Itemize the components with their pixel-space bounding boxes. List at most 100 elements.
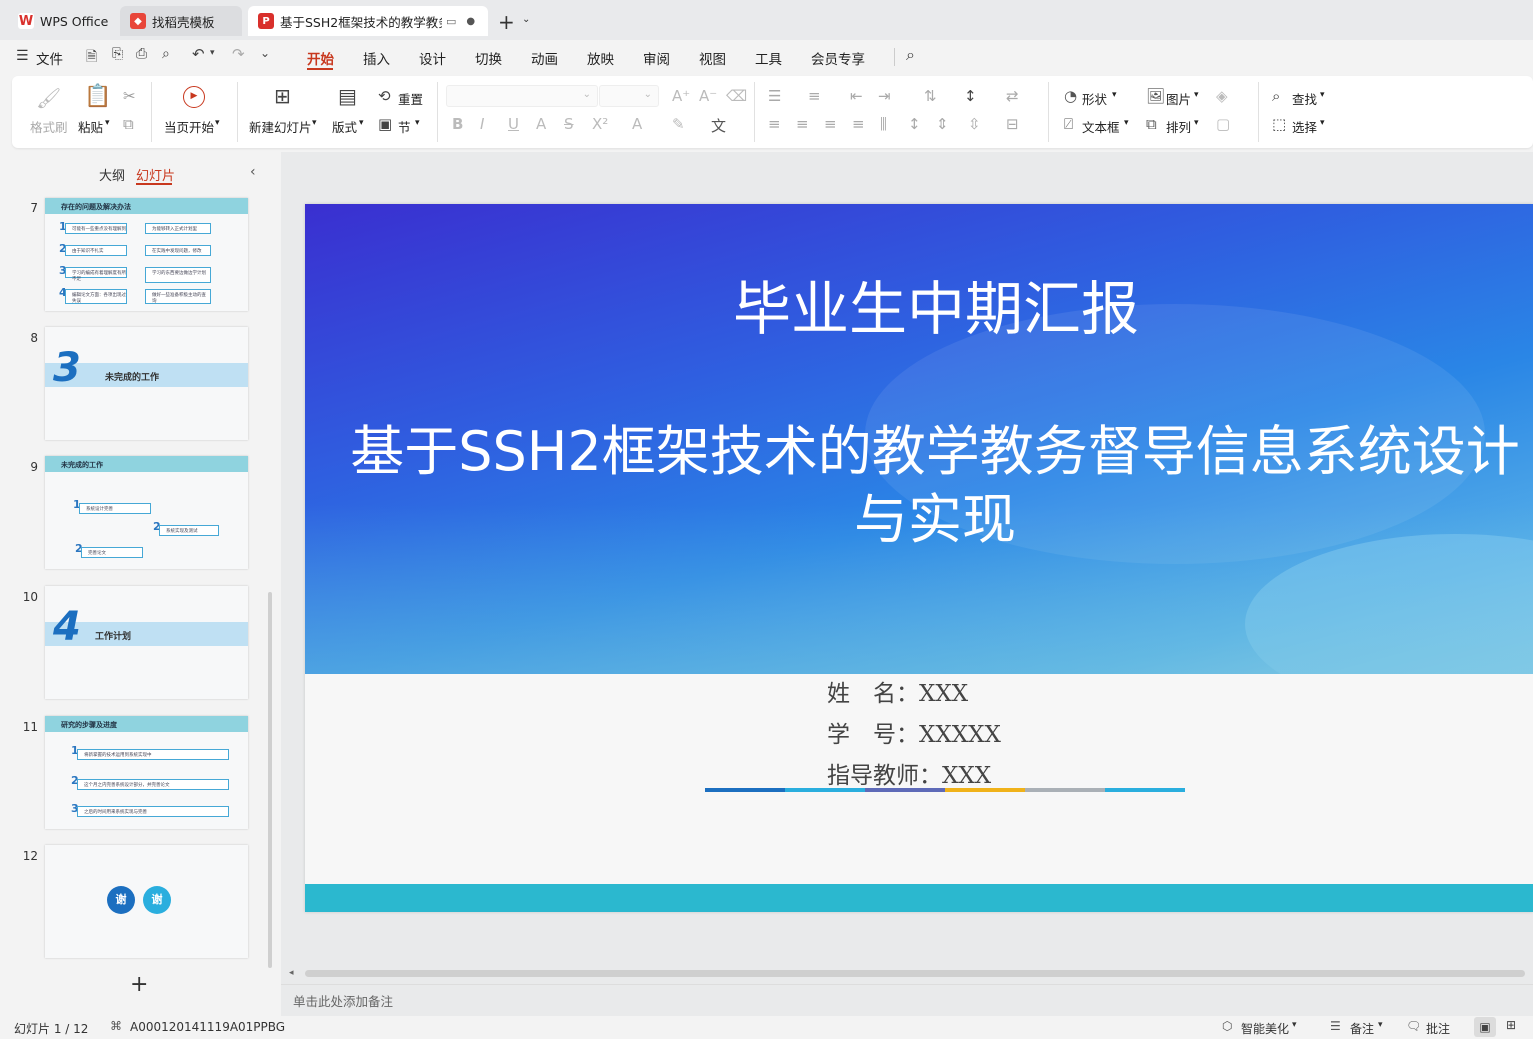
menu-slideshow[interactable]: 放映 [587,48,614,68]
numbering-icon[interactable]: ≡ [808,87,821,105]
paste-label[interactable]: 粘贴 [78,117,103,136]
reset-icon[interactable]: ⟲ [378,87,391,105]
select-chevron-icon[interactable]: ▾ [1320,118,1325,128]
layout-label[interactable]: 版式 [332,117,357,136]
copy-icon[interactable]: ⧉ [123,115,134,133]
font-size-select[interactable]: ⌄ [599,85,659,107]
collapse-panel-icon[interactable]: ‹ [250,164,256,180]
slide-thumbnail-7[interactable]: 存在的问题及解决办法 1 可能有一些重点没有理解到 为能够转入正式计划里 2 由… [45,198,248,311]
student-name[interactable]: 姓 名：XXX [827,674,968,708]
increase-font-icon[interactable]: A⁺ [672,87,690,105]
fill-icon[interactable]: ◈ [1216,87,1228,105]
notes-icon[interactable]: ☰ [1330,1019,1341,1033]
menu-design[interactable]: 设计 [419,48,446,68]
format-painter-icon[interactable]: 🖌 [36,86,61,110]
sorter-view-icon[interactable]: ⊞ [1506,1018,1516,1032]
textbox-icon[interactable]: ⍁ [1064,115,1073,133]
current-slide[interactable]: 毕业生中期汇报 基于SSH2框架技术的教学教务督导信息系统设计与实现 姓 名：X… [305,204,1533,912]
print-icon[interactable]: ⎙ [136,46,147,62]
picture-chevron-icon[interactable]: ▾ [1194,90,1199,100]
bullets-icon[interactable]: ☰ [768,87,781,105]
bold-icon[interactable]: B [452,115,463,133]
menu-membership[interactable]: 会员专享 [811,48,865,68]
new-tab-plus-icon[interactable]: + [498,10,515,34]
align-left-icon[interactable]: ≡ [768,115,781,133]
menu-animation[interactable]: 动画 [531,48,558,68]
find-icon[interactable]: ⌕ [1272,87,1280,105]
phonetic-icon[interactable]: 文 [711,115,726,136]
slide-thumbnail-9[interactable]: 未完成的工作 1 系统设计完善 2 系统实现及测试 2 完善论文 [45,456,248,569]
start-current-label[interactable]: 当页开始 [164,117,214,136]
underline-icon[interactable]: U [508,115,519,133]
menu-tools[interactable]: 工具 [755,48,782,68]
layout-icon[interactable]: ▤ [338,84,357,108]
menu-transition[interactable]: 切换 [475,48,502,68]
redo-icon[interactable]: ↷ [232,45,245,63]
menu-home[interactable]: 开始 [307,48,334,68]
slide-subtitle[interactable]: 基于SSH2框架技术的教学教务督导信息系统设计与实现 [345,418,1525,554]
justify-icon[interactable]: ≡ [852,115,865,133]
menu-insert[interactable]: 插入 [363,48,390,68]
shape-icon[interactable]: ◔ [1064,87,1077,105]
add-slide-button[interactable]: + [130,972,148,997]
italic-icon[interactable]: I [480,115,484,133]
new-slide-label[interactable]: 新建幻灯片 [249,117,312,136]
tab-outline[interactable]: 大纲 [99,165,125,184]
unsaved-dot-icon[interactable]: ● [466,16,475,27]
comments-button[interactable]: 批注 [1426,1020,1450,1037]
start-chevron-icon[interactable]: ▾ [215,118,220,128]
arrange-icon[interactable]: ⧉ [1146,115,1157,133]
textbox-label[interactable]: 文本框 [1082,117,1120,136]
comment-icon[interactable]: 🗨 [1406,1019,1421,1033]
font-family-select[interactable]: ⌄ [446,85,598,107]
menu-view[interactable]: 视图 [699,48,726,68]
tab-slides[interactable]: 幻灯片 [136,165,175,184]
print-preview-icon[interactable]: ⌕ [162,46,170,62]
columns-icon[interactable]: ⇳ [968,115,981,133]
strikethrough-icon[interactable]: S [564,115,574,133]
hamburger-icon[interactable]: ☰ [16,48,29,64]
line-spacing-icon[interactable]: ↕ [908,115,921,133]
arrange-label[interactable]: 排列 [1166,117,1191,136]
align-center-icon[interactable]: ≡ [796,115,809,133]
find-label[interactable]: 查找 [1292,89,1317,108]
text-box-align-icon[interactable]: ⊟ [1006,115,1019,133]
outline-icon[interactable]: ▢ [1216,115,1230,133]
save-icon[interactable]: 🗎 [86,46,97,70]
section-icon[interactable]: ▣ [378,115,392,133]
tab-current-document[interactable]: P 基于SSH2框架技术的教学教务 ▭ ● [248,6,488,36]
slide-thumbnail-12[interactable]: 谢 谢 [45,845,248,958]
font-color-icon[interactable]: A [632,115,642,133]
clear-format-icon[interactable]: ⌫ [726,87,747,105]
tab-wps-office[interactable]: W WPS Office [8,6,114,36]
play-from-current-icon[interactable]: ▶ [183,86,205,108]
notes-chevron-icon[interactable]: ▾ [1378,1020,1383,1030]
decrease-font-icon[interactable]: A⁻ [699,87,717,105]
shape-label[interactable]: 形状 [1082,89,1107,108]
more-chevron-icon[interactable]: ⌄ [260,46,270,60]
new-slide-icon[interactable]: ⊞ [274,84,291,108]
paragraph-spacing-icon[interactable]: ⇕ [936,115,949,133]
beautify-button[interactable]: 智能美化 [1241,1020,1289,1037]
panel-scrollbar[interactable] [268,592,272,968]
new-slide-chevron-icon[interactable]: ▾ [312,118,317,128]
shape-chevron-icon[interactable]: ▾ [1112,90,1117,100]
export-icon[interactable]: ⎘ [112,46,123,62]
distribute-icon[interactable]: ⫼ [880,115,887,133]
textbox-chevron-icon[interactable]: ▾ [1124,118,1129,128]
cut-icon[interactable]: ✂ [123,87,136,105]
advisor[interactable]: 指导教师：XXX [827,756,991,790]
superscript-icon[interactable]: X² [592,115,608,133]
menu-review[interactable]: 审阅 [643,48,670,68]
section-label[interactable]: 节 [398,117,411,136]
slide-title[interactable]: 毕业生中期汇报 [305,262,1533,346]
scroll-left-icon[interactable]: ◂ [289,968,294,978]
picture-icon[interactable]: 🖼 [1146,87,1165,105]
picture-label[interactable]: 图片 [1166,89,1191,108]
horizontal-scrollbar[interactable] [305,970,1525,977]
notes-button[interactable]: 备注 [1350,1020,1374,1037]
beautify-chevron-icon[interactable]: ▾ [1292,1020,1297,1030]
find-chevron-icon[interactable]: ▾ [1320,90,1325,100]
section-chevron-icon[interactable]: ▾ [415,118,420,128]
paste-icon[interactable]: 📋 [84,84,111,109]
